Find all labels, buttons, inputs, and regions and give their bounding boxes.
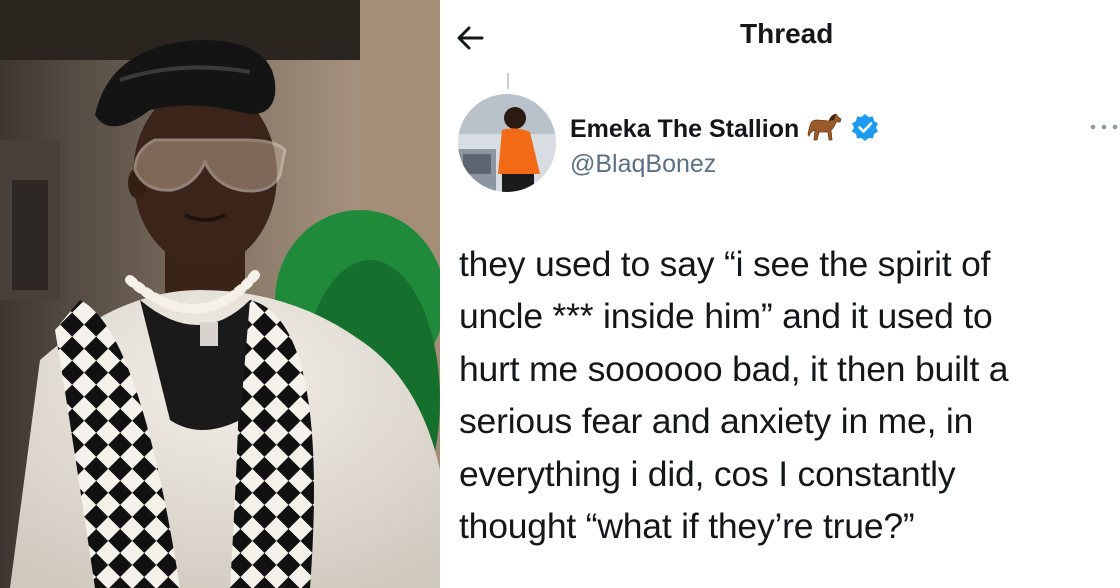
artist-photo [0,0,440,588]
thread-header: Thread [446,0,1120,76]
horse-emoji-icon [807,112,843,147]
user-handle[interactable]: @BlaqBonez [570,150,716,179]
tweet-text: they used to say “i see the spirit of un… [459,244,1009,547]
tweet-thread-panel: Thread Emeka The Stallion @BlaqBonez the… [446,0,1120,588]
page-title: Thread [740,18,834,49]
more-options-icon[interactable] [1089,120,1119,132]
back-arrow-icon[interactable] [452,20,488,56]
thread-connector-line [507,73,509,89]
verified-badge-icon [851,113,879,146]
avatar[interactable] [458,94,556,192]
display-name[interactable]: Emeka The Stallion [570,115,799,144]
artist-photo-illustration [0,0,440,588]
author-name-row: Emeka The Stallion [570,112,879,147]
